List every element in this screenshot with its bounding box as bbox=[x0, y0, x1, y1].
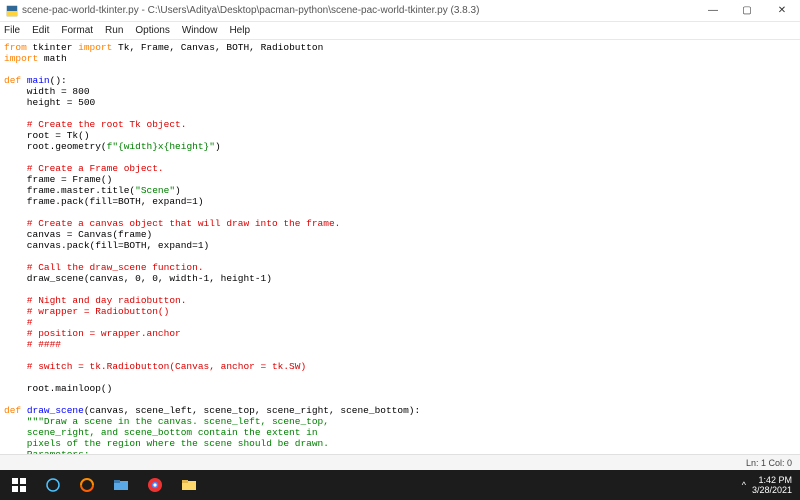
code-line: # #### bbox=[4, 339, 61, 350]
code-token: def bbox=[4, 405, 21, 416]
code-line: # Create the root Tk object. bbox=[4, 119, 186, 130]
code-token: math bbox=[38, 53, 67, 64]
clock-date: 3/28/2021 bbox=[752, 485, 792, 495]
code-token: tkinter bbox=[27, 42, 78, 53]
menu-file[interactable]: File bbox=[4, 25, 20, 36]
code-line: width = 800 bbox=[4, 86, 90, 97]
code-token: ) bbox=[215, 141, 221, 152]
code-line: canvas = Canvas(frame) bbox=[4, 229, 152, 240]
code-line: # wrapper = Radiobutton() bbox=[4, 306, 169, 317]
menu-window[interactable]: Window bbox=[182, 25, 218, 36]
code-line: scene_right, and scene_bottom contain th… bbox=[4, 427, 318, 438]
taskbar-app-icon[interactable] bbox=[70, 470, 104, 500]
folder-icon bbox=[181, 477, 197, 493]
taskbar-folder[interactable] bbox=[172, 470, 206, 500]
code-line: frame = Frame() bbox=[4, 174, 112, 185]
window-controls: — ▢ ✕ bbox=[696, 0, 800, 21]
code-line: """Draw a scene in the canvas. scene_lef… bbox=[4, 416, 329, 427]
cursor-position: Ln: 1 Col: 0 bbox=[746, 458, 792, 468]
code-line: pixels of the region where the scene sho… bbox=[4, 438, 329, 449]
code-token: from bbox=[4, 42, 27, 53]
menu-help[interactable]: Help bbox=[229, 25, 250, 36]
code-line: # Night and day radiobutton. bbox=[4, 295, 186, 306]
code-token: f"{width}x{height}" bbox=[107, 141, 215, 152]
code-line: height = 500 bbox=[4, 97, 95, 108]
code-token: def bbox=[4, 75, 21, 86]
code-token: draw_scene bbox=[27, 405, 84, 416]
menu-edit[interactable]: Edit bbox=[32, 25, 49, 36]
cortana-icon[interactable] bbox=[36, 470, 70, 500]
code-token: ) bbox=[175, 185, 181, 196]
code-token: Tk, Frame, Canvas, BOTH, Radiobutton bbox=[112, 42, 323, 53]
code-line: # bbox=[4, 317, 33, 328]
code-token: "Scene" bbox=[135, 185, 175, 196]
code-line: canvas.pack(fill=BOTH, expand=1) bbox=[4, 240, 209, 251]
code-line: # Create a Frame object. bbox=[4, 163, 164, 174]
windows-icon bbox=[11, 477, 27, 493]
clock-time: 1:42 PM bbox=[752, 475, 792, 485]
tray-chevron-icon[interactable]: ^ bbox=[742, 480, 746, 490]
statusbar: Ln: 1 Col: 0 bbox=[0, 454, 800, 470]
code-token: import bbox=[78, 42, 112, 53]
close-button[interactable]: ✕ bbox=[764, 0, 800, 21]
code-token: (): bbox=[50, 75, 67, 86]
code-line: # switch = tk.Radiobutton(Canvas, anchor… bbox=[4, 361, 306, 372]
app-icon bbox=[6, 5, 18, 17]
app-icon bbox=[79, 477, 95, 493]
code-token: main bbox=[27, 75, 50, 86]
code-line: Parameters: bbox=[4, 449, 90, 454]
taskbar-file-explorer[interactable] bbox=[104, 470, 138, 500]
taskbar-clock[interactable]: 1:42 PM 3/28/2021 bbox=[752, 475, 792, 495]
menu-options[interactable]: Options bbox=[135, 25, 169, 36]
circle-icon bbox=[45, 477, 61, 493]
code-token: root.geometry( bbox=[4, 141, 107, 152]
code-line: draw_scene(canvas, 0, 0, width-1, height… bbox=[4, 273, 272, 284]
folder-icon bbox=[113, 477, 129, 493]
start-button[interactable] bbox=[2, 470, 36, 500]
menubar: File Edit Format Run Options Window Help bbox=[0, 22, 800, 40]
code-line: # position = wrapper.anchor bbox=[4, 328, 181, 339]
code-editor[interactable]: from tkinter import Tk, Frame, Canvas, B… bbox=[0, 40, 800, 454]
code-line: # Call the draw_scene function. bbox=[4, 262, 204, 273]
code-line: root.mainloop() bbox=[4, 383, 112, 394]
taskbar-chrome[interactable] bbox=[138, 470, 172, 500]
minimize-button[interactable]: — bbox=[696, 0, 730, 21]
menu-format[interactable]: Format bbox=[61, 25, 93, 36]
window-title: scene-pac-world-tkinter.py - C:\Users\Ad… bbox=[22, 5, 696, 16]
code-line: root = Tk() bbox=[4, 130, 90, 141]
chrome-icon bbox=[147, 477, 163, 493]
code-token: (canvas, scene_left, scene_top, scene_ri… bbox=[84, 405, 420, 416]
code-token: frame.master.title( bbox=[4, 185, 135, 196]
code-line: # Create a canvas object that will draw … bbox=[4, 218, 340, 229]
system-tray[interactable]: ^ 1:42 PM 3/28/2021 bbox=[742, 475, 798, 495]
code-line: frame.pack(fill=BOTH, expand=1) bbox=[4, 196, 204, 207]
taskbar: ^ 1:42 PM 3/28/2021 bbox=[0, 470, 800, 500]
menu-run[interactable]: Run bbox=[105, 25, 123, 36]
titlebar: scene-pac-world-tkinter.py - C:\Users\Ad… bbox=[0, 0, 800, 22]
maximize-button[interactable]: ▢ bbox=[730, 0, 764, 21]
code-token: import bbox=[4, 53, 38, 64]
